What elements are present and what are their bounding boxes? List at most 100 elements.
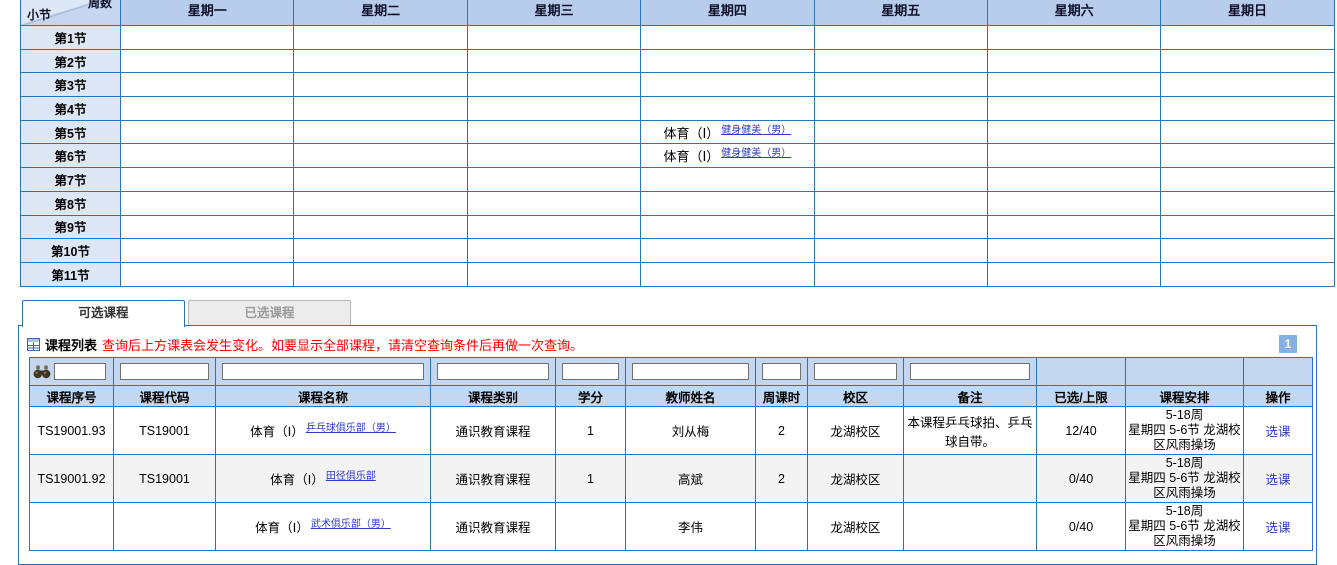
timetable-cell: [121, 97, 294, 121]
timetable-cell: [467, 120, 640, 144]
period-label: 第5节: [21, 120, 121, 144]
timetable-course-club-link[interactable]: 健身健美（男）: [721, 125, 791, 136]
timetable-cell: [467, 191, 640, 215]
filter-input-remark[interactable]: [910, 363, 1030, 380]
timetable-cell: [121, 168, 294, 192]
timetable-cell: [1161, 73, 1334, 97]
filter-cell-teacher: [626, 358, 756, 386]
period-label: 第3节: [21, 73, 121, 97]
filter-cell-campus: [808, 358, 904, 386]
timetable-cell: [121, 73, 294, 97]
period-label: 第8节: [21, 191, 121, 215]
timetable-cell: [641, 49, 814, 73]
column-header-schedule: 课程安排: [1126, 386, 1244, 407]
course-category-cell: 通识教育课程: [431, 407, 556, 455]
timetable-cell: [987, 26, 1160, 50]
select-course-link[interactable]: 选课: [1265, 521, 1290, 535]
timetable-cell: [1161, 97, 1334, 121]
timetable-cell: [294, 262, 467, 286]
club-link[interactable]: 武术俱乐部（男）: [311, 519, 391, 530]
filter-cell-serial: [30, 358, 114, 386]
timetable-course-club-link[interactable]: 健身健美（男）: [721, 148, 791, 159]
course-remark-cell: [904, 503, 1037, 551]
timetable-cell: [641, 239, 814, 263]
timetable-cell: [814, 215, 987, 239]
day-header: 星期一: [121, 0, 294, 26]
day-header: 星期六: [987, 0, 1160, 26]
course-action-cell: 选课: [1244, 407, 1313, 455]
course-serial-cell: TS19001.92: [30, 455, 114, 503]
course-weekly-hours-cell: [756, 503, 808, 551]
filter-input-name[interactable]: [222, 363, 424, 380]
select-course-link[interactable]: 选课: [1265, 473, 1290, 487]
filter-cell-action: [1244, 358, 1313, 386]
course-action-cell: 选课: [1244, 503, 1313, 551]
course-schedule-cell: 5-18周 星期四 5-6节 龙湖校区风雨操场: [1126, 407, 1244, 455]
course-teacher-cell: 刘从梅: [626, 407, 756, 455]
timetable-cell: [641, 73, 814, 97]
club-link[interactable]: 乒乓球俱乐部（男）: [306, 423, 396, 434]
timetable-cell: [294, 239, 467, 263]
timetable-cell: [1161, 239, 1334, 263]
filter-cell-category: [431, 358, 556, 386]
select-course-link[interactable]: 选课: [1265, 425, 1290, 439]
period-label: 第1节: [21, 26, 121, 50]
query-notice-text: 查询后上方课表会发生变化。如要显示全部课程，请清空查询条件后再做一次查询。: [102, 335, 583, 354]
filter-input-weekly_hours[interactable]: [762, 363, 801, 380]
course-teacher-cell: 高斌: [626, 455, 756, 503]
course-campus-cell: 龙湖校区: [808, 407, 904, 455]
filter-cell-name: [216, 358, 431, 386]
course-action-cell: 选课: [1244, 455, 1313, 503]
timetable-cell: [987, 49, 1160, 73]
course-serial-cell: [30, 503, 114, 551]
filter-input-campus[interactable]: [814, 363, 897, 380]
timetable-cell: [1161, 26, 1334, 50]
filter-row: [30, 358, 1313, 386]
course-list-icon: [27, 338, 40, 351]
filter-cell-chosen_limit: [1037, 358, 1126, 386]
timetable-cell: [1161, 215, 1334, 239]
timetable-cell: [1161, 120, 1334, 144]
tab-selected-courses[interactable]: 已选课程: [188, 300, 351, 325]
filter-input-category[interactable]: [437, 363, 549, 380]
course-name-cell: 体育（Ⅰ）武术俱乐部（男）: [216, 503, 431, 551]
period-label: 第6节: [21, 144, 121, 168]
period-label: 第11节: [21, 262, 121, 286]
timetable-cell: [294, 49, 467, 73]
timetable-cell: [121, 144, 294, 168]
filter-input-teacher[interactable]: [632, 363, 749, 380]
filter-input-code[interactable]: [120, 363, 209, 380]
course-row: 体育（Ⅰ）武术俱乐部（男） 通识教育课程 李伟 龙湖校区 0/40 5-18周 …: [30, 503, 1313, 551]
timetable-row: 第9节: [21, 215, 1335, 239]
course-campus-cell: 龙湖校区: [808, 503, 904, 551]
filter-input-credits[interactable]: [562, 363, 619, 380]
page-number-badge[interactable]: 1: [1279, 335, 1297, 353]
timetable-cell: [641, 97, 814, 121]
column-header-name: 课程名称: [216, 386, 431, 407]
corner-periods-label: 小节: [27, 6, 51, 23]
corner-weeks-label: 周数: [88, 0, 112, 11]
timetable-cell: [814, 49, 987, 73]
course-category-cell: 通识教育课程: [431, 455, 556, 503]
timetable-cell: [987, 191, 1160, 215]
timetable-cell: [814, 168, 987, 192]
course-code-cell: TS19001: [114, 407, 216, 455]
club-link[interactable]: 田径俱乐部: [326, 471, 376, 482]
timetable-cell: [1161, 49, 1334, 73]
course-serial-cell: TS19001.93: [30, 407, 114, 455]
timetable-cell: [467, 26, 640, 50]
timetable-cell: [294, 215, 467, 239]
course-weekly-hours-cell: 2: [756, 407, 808, 455]
filter-input-serial[interactable]: [54, 363, 106, 380]
timetable-cell: [294, 97, 467, 121]
filter-cell-schedule: [1126, 358, 1244, 386]
course-name-cell: 体育（Ⅰ）乒乓球俱乐部（男）: [216, 407, 431, 455]
course-credits-cell: 1: [556, 455, 626, 503]
timetable-cell: [121, 239, 294, 263]
timetable-cell: [121, 26, 294, 50]
search-binoculars-icon[interactable]: [33, 365, 51, 379]
period-label: 第7节: [21, 168, 121, 192]
timetable-cell: [294, 144, 467, 168]
tab-available-courses[interactable]: 可选课程: [22, 300, 185, 327]
timetable-cell: [814, 239, 987, 263]
